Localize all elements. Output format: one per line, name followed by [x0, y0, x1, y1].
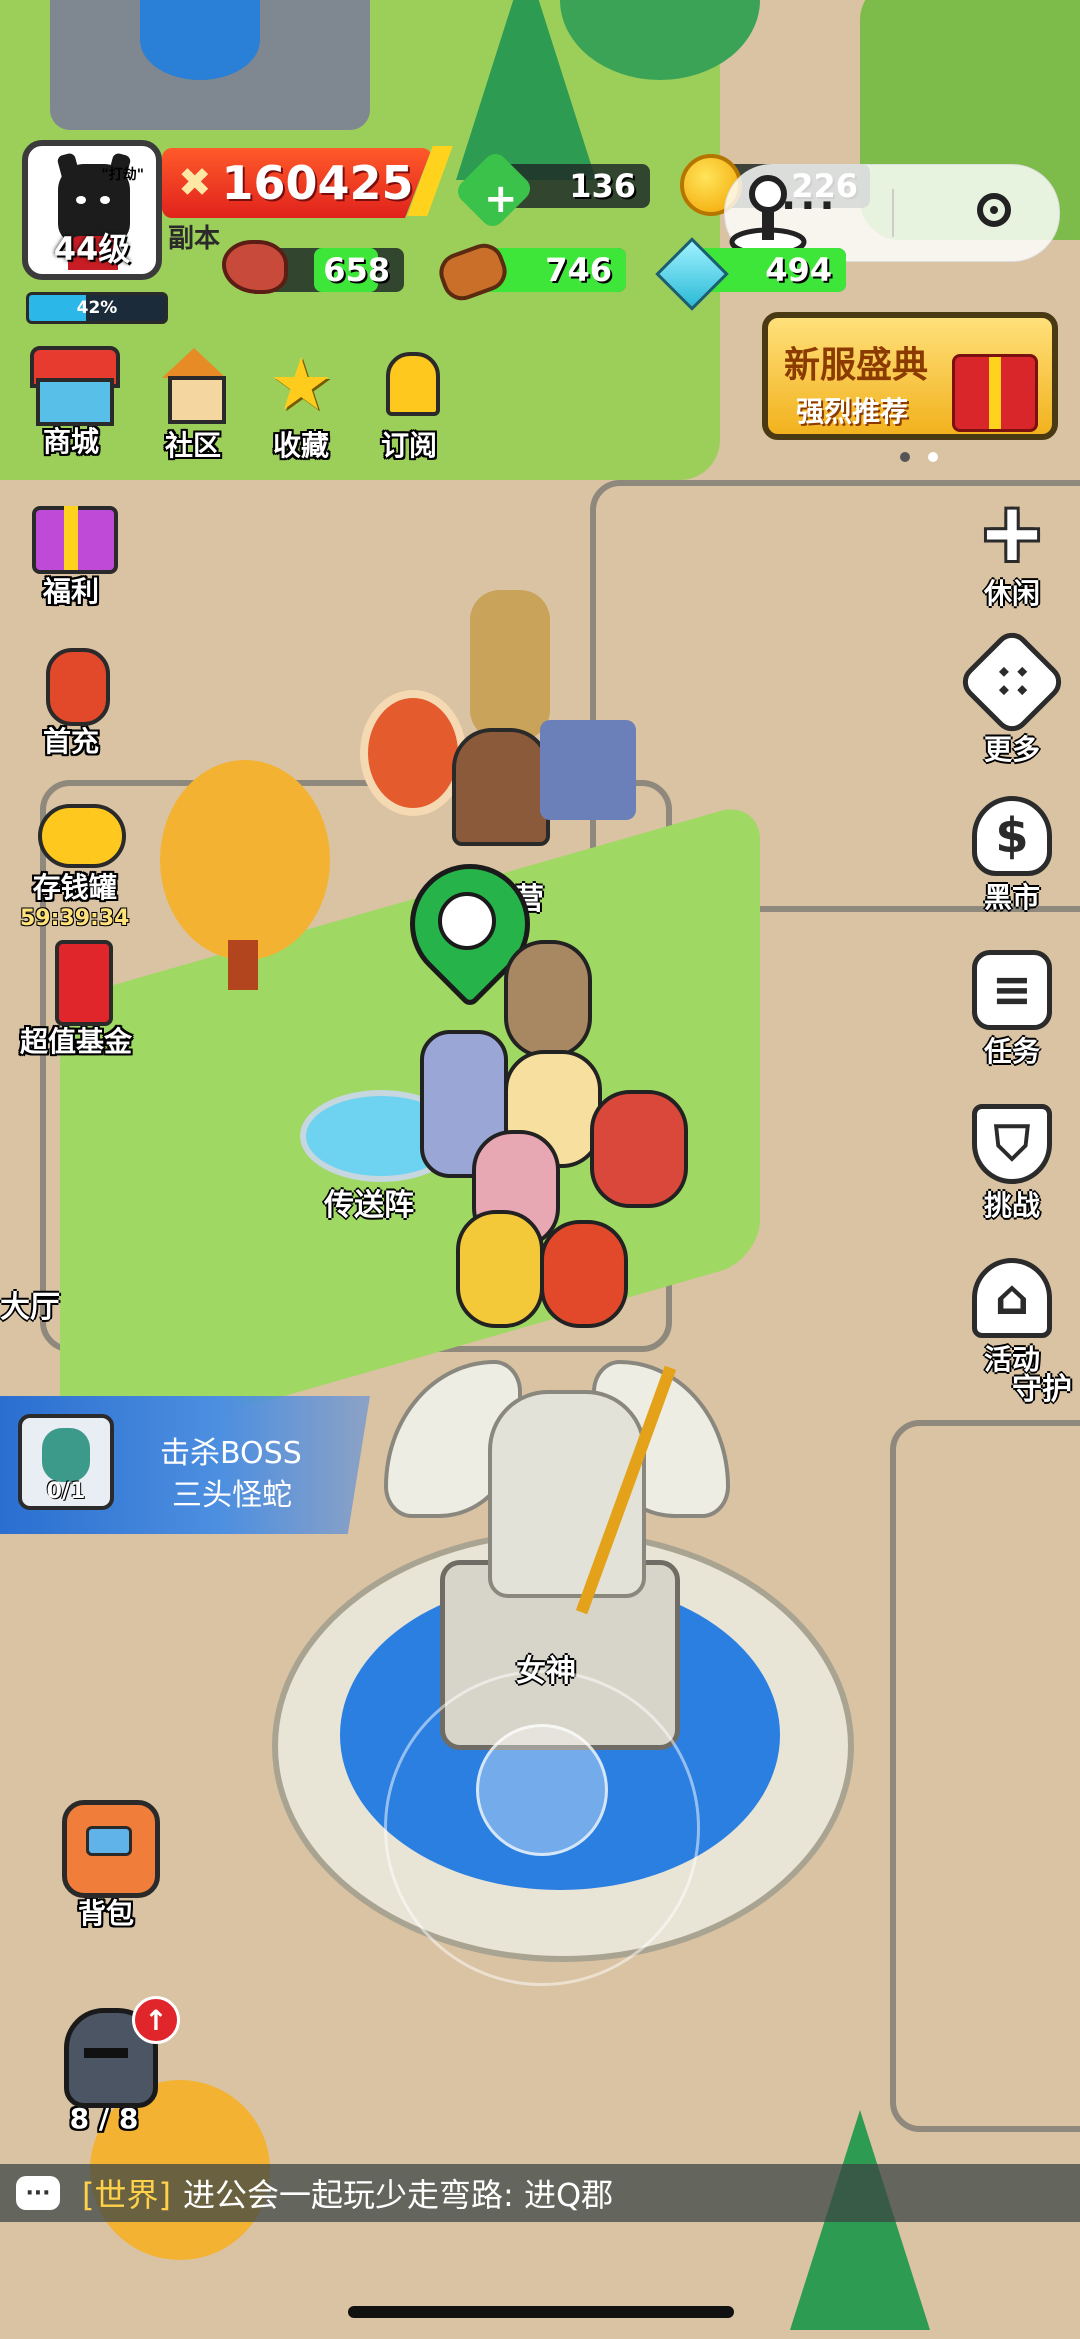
quest-button[interactable]: ≡ 任务	[962, 950, 1062, 1070]
house-icon	[148, 344, 238, 424]
favorite-button[interactable]: ★ 收藏	[256, 344, 346, 464]
upgrade-arrow-icon: ↑	[132, 1996, 180, 2044]
banner-page-dot-2	[928, 452, 938, 462]
event-label: 活动	[983, 1343, 1040, 1376]
chat-message: 进公会一起玩少走弯路: 进Q郡	[182, 2176, 614, 2214]
hero-redhair	[540, 1220, 628, 1328]
black-market-button[interactable]: $ 黑市	[962, 796, 1062, 916]
world-chat-bar[interactable]: ··· [世界] 进公会一起玩少走弯路: 进Q郡	[0, 2164, 1080, 2222]
gift-icon	[26, 490, 118, 574]
piggy-bank-button[interactable]: 存钱罐 59:39:34	[20, 786, 129, 931]
piggy-bank-icon	[30, 786, 126, 868]
home-indicator	[348, 2306, 734, 2318]
xp-bar: 42%	[26, 292, 168, 324]
chat-bubble-icon[interactable]: ···	[16, 2176, 60, 2210]
joystick-knob[interactable]	[476, 1724, 608, 1856]
chat-channel: [世界]	[82, 2176, 171, 2214]
shield-icon: ⛉	[972, 1104, 1052, 1184]
first-recharge-button[interactable]: 首充	[26, 640, 116, 760]
more-button[interactable]: ⁘ 更多	[955, 625, 1069, 768]
meat-value: 658	[323, 251, 390, 289]
combat-power-value: 160425	[221, 156, 414, 210]
orange-tree-trunk	[228, 940, 258, 990]
subscribe-label: 订阅	[380, 429, 437, 462]
dungeon-label: 副本	[168, 224, 221, 254]
player-avatar[interactable]: "打劫" 44级	[22, 140, 162, 280]
black-market-label: 黑市	[983, 881, 1040, 914]
avatar-tag: "打劫"	[101, 167, 144, 183]
plus-sign: +	[484, 176, 518, 222]
player-level: 44级	[53, 230, 131, 268]
new-server-banner[interactable]: 新服盛典 强烈推荐	[762, 312, 1058, 440]
leisure-button[interactable]: + 休闲	[962, 485, 1062, 612]
gift-box-icon	[952, 354, 1038, 432]
first-recharge-label: 首充	[42, 725, 99, 758]
orange-tree	[160, 760, 330, 960]
backpack-label: 背包	[77, 1897, 134, 1930]
quest-tracker[interactable]: 0/1 击杀BOSS 三头怪蛇	[0, 1396, 370, 1534]
hydra-icon: 0/1	[18, 1414, 114, 1510]
quest-objective: 击杀BOSS	[160, 1436, 302, 1471]
dice-icon: ⁘	[955, 625, 1069, 739]
backpack-button[interactable]: 背包	[56, 1796, 160, 1932]
hero-party[interactable]	[400, 940, 700, 1328]
shop-button[interactable]: 商城	[26, 340, 120, 460]
hero-swordsman	[456, 1210, 544, 1328]
shop-label: 商城	[42, 425, 99, 458]
banner-page-dot-1	[900, 452, 910, 462]
quest-progress: 0/1	[46, 1479, 86, 1504]
banner-subtitle: 强烈推荐	[796, 395, 909, 428]
hero-warrior	[590, 1090, 688, 1208]
crystal-value: 494	[765, 251, 832, 289]
banner-title: 新服盛典	[784, 345, 929, 386]
quest-label: 任务	[983, 1035, 1040, 1068]
training-dummy[interactable]	[470, 590, 550, 740]
bell-icon	[364, 344, 454, 424]
community-button[interactable]: 社区	[148, 344, 238, 464]
close-miniprogram-button[interactable]	[977, 193, 1011, 227]
more-label: 更多	[983, 733, 1040, 766]
hero-icon	[26, 640, 116, 726]
favorite-label: 收藏	[272, 429, 329, 462]
hall-label: 大厅	[0, 1290, 60, 1325]
blue-fountain-splash	[140, 0, 260, 80]
challenge-button[interactable]: ⛉ 挑战	[962, 1104, 1062, 1224]
backpack-icon	[56, 1796, 160, 1898]
plus-icon: +	[978, 485, 1046, 579]
subscribe-button[interactable]: 订阅	[364, 344, 454, 464]
piggy-bank-label: 存钱罐	[32, 871, 117, 904]
capsule-divider	[892, 189, 894, 237]
gem-value: 136	[569, 167, 636, 205]
camp-npc[interactable]	[452, 728, 550, 846]
leisure-label: 休闲	[983, 577, 1040, 610]
challenge-label: 挑战	[983, 1189, 1040, 1222]
value-fund-button[interactable]: 超值基金	[20, 940, 132, 1060]
star-icon: ★	[268, 342, 334, 426]
road-path-3	[890, 1420, 1080, 2132]
avatar-eye-left	[76, 196, 86, 204]
quest-target: 三头怪蛇	[172, 1478, 292, 1513]
list-icon: ≡	[972, 950, 1052, 1030]
xp-percent: 42%	[76, 298, 118, 318]
value-fund-label: 超值基金	[20, 1025, 133, 1058]
weapon-rack	[540, 720, 636, 820]
shop-icon	[26, 340, 120, 426]
fund-icon	[31, 940, 121, 1026]
event-button[interactable]: ⌂ 活动	[962, 1258, 1062, 1378]
hero-sage	[504, 940, 592, 1058]
avatar-eye-right	[100, 196, 110, 204]
combat-power[interactable]: ✖ 160425	[162, 148, 432, 218]
money-bag-icon: $	[972, 796, 1052, 876]
bell-icon: ⌂	[972, 1258, 1052, 1338]
target-board[interactable]	[360, 690, 466, 816]
piggy-bank-timer: 59:39:34	[20, 906, 130, 931]
gamepad-icon[interactable]	[718, 168, 818, 256]
welfare-button[interactable]: 福利	[26, 490, 118, 610]
crossed-swords-icon: ✖	[178, 160, 212, 206]
community-label: 社区	[164, 429, 221, 462]
wood-value: 746	[545, 251, 612, 289]
welfare-label: 福利	[42, 575, 99, 608]
